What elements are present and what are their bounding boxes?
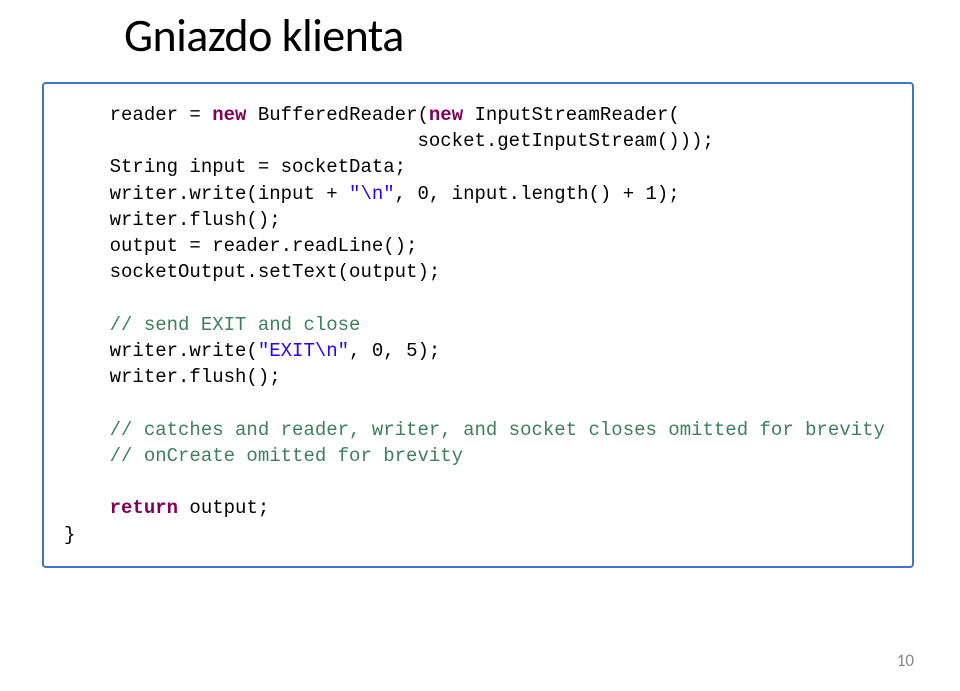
code-text bbox=[64, 314, 110, 336]
code-text: , 0, 5); bbox=[349, 340, 440, 362]
code-text: writer.flush(); bbox=[64, 366, 281, 388]
code-text bbox=[64, 497, 110, 519]
code-block: reader = new BufferedReader(new InputStr… bbox=[64, 102, 892, 548]
code-text: , 0, input.length() + 1); bbox=[395, 183, 680, 205]
string-literal: "\n" bbox=[349, 183, 395, 205]
code-text: BufferedReader( bbox=[246, 104, 428, 126]
code-text: socketOutput.setText(output); bbox=[64, 261, 440, 283]
code-text: String input = socketData; bbox=[64, 156, 406, 178]
code-text: writer.write(input + bbox=[64, 183, 349, 205]
code-text: InputStreamReader( bbox=[463, 104, 680, 126]
keyword-return: return bbox=[110, 497, 178, 519]
comment: // send EXIT and close bbox=[110, 314, 361, 336]
code-text: socket.getInputStream())); bbox=[64, 130, 714, 152]
comment: // onCreate omitted for brevity bbox=[110, 445, 463, 467]
page-number: 10 bbox=[897, 650, 914, 671]
slide-title: Gniazdo klienta bbox=[124, 8, 918, 64]
code-text: reader = bbox=[64, 104, 212, 126]
keyword-new: new bbox=[429, 104, 463, 126]
code-text: writer.write( bbox=[64, 340, 258, 362]
code-text: } bbox=[64, 524, 75, 546]
string-literal: "EXIT\n" bbox=[258, 340, 349, 362]
slide-page: Gniazdo klienta reader = new BufferedRea… bbox=[0, 0, 960, 691]
keyword-new: new bbox=[212, 104, 246, 126]
code-text bbox=[64, 445, 110, 467]
code-text: output = reader.readLine(); bbox=[64, 235, 417, 257]
comment: // catches and reader, writer, and socke… bbox=[110, 419, 885, 441]
code-text bbox=[64, 419, 110, 441]
code-text: output; bbox=[178, 497, 269, 519]
code-container: reader = new BufferedReader(new InputStr… bbox=[42, 82, 914, 568]
code-text: writer.flush(); bbox=[64, 209, 281, 231]
